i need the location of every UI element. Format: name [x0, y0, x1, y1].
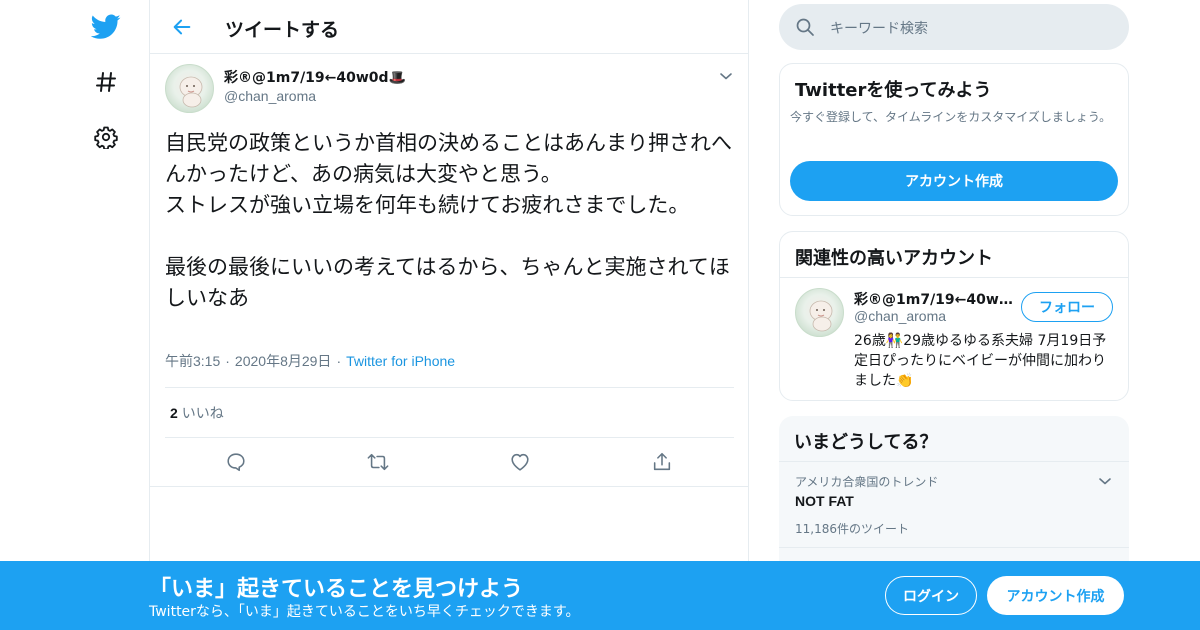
divider [779, 461, 1129, 462]
author-name[interactable]: 彩®@1m7/19←40w0d🎩 [224, 67, 406, 87]
divider [779, 547, 1129, 548]
tweet-meta: 午前3:15 · 2020年8月29日 · Twitter for iPhone [165, 351, 455, 371]
search-box[interactable]: キーワード検索 [779, 4, 1129, 50]
divider [165, 437, 734, 438]
tweet-date[interactable]: 2020年8月29日 [235, 353, 332, 369]
login-button[interactable]: ログイン [885, 576, 977, 615]
create-account-button[interactable]: アカウント作成 [790, 161, 1118, 201]
banner-subtitle: Twitterなら、「いま」起きていることをいち早くチェックできます。 [149, 604, 580, 620]
page-title: ツイートする [225, 19, 340, 41]
left-nav [0, 0, 150, 630]
search-icon [795, 17, 815, 41]
follow-button[interactable]: フォロー [1021, 292, 1113, 322]
back-arrow-icon[interactable] [168, 13, 196, 41]
tweet-source-link[interactable]: Twitter for iPhone [346, 353, 455, 369]
banner-title: 「いま」起きていることを見つけよう [149, 577, 524, 602]
trend-context: アメリカ合衆国のトレンド [795, 475, 939, 489]
chevron-down-icon[interactable] [718, 68, 734, 84]
retweet-icon[interactable] [366, 450, 390, 474]
page: ツイートする 彩®@1m7/19←40w0d🎩 @chan_aroma 自民党の… [0, 0, 1200, 630]
search-placeholder: キーワード検索 [830, 21, 928, 37]
divider [165, 387, 734, 388]
related-account-bio: 26歳👫29歳ゆるゆる系夫婦 7月19日予定日ぴったりにベイビーが仲間に加わりま… [854, 333, 1107, 389]
tweet: 彩®@1m7/19←40w0d🎩 @chan_aroma 自民党の政策というか首… [150, 54, 748, 487]
trend-name[interactable]: NOT FAT [795, 493, 854, 509]
author-handle[interactable]: @chan_aroma [224, 88, 316, 104]
like-icon[interactable] [508, 450, 532, 474]
twitter-logo-icon[interactable] [86, 7, 126, 47]
reply-icon[interactable] [224, 450, 248, 474]
related-accounts-card: 関連性の高いアカウント 彩®@1m7/19←40w0d🎩 @chan_aroma… [779, 231, 1129, 401]
separator-dot: · [225, 353, 230, 369]
separator-dot: · [336, 353, 342, 369]
main-column: ツイートする 彩®@1m7/19←40w0d🎩 @chan_aroma 自民党の… [149, 0, 749, 630]
likes-label: いいね [181, 405, 224, 421]
chevron-down-icon[interactable] [1097, 473, 1113, 489]
signup-card: Twitterを使ってみよう 今すぐ登録して、タイムラインをカスタマイズしましょ… [779, 63, 1129, 216]
related-account-handle[interactable]: @chan_aroma [854, 308, 946, 324]
trend-count: 11,186件のツイート [795, 522, 909, 536]
main-header: ツイートする [150, 0, 748, 54]
avatar[interactable] [795, 288, 844, 337]
signup-card-title: Twitterを使ってみよう [795, 80, 992, 101]
trends-title: いまどうしてる？ [794, 432, 938, 453]
divider [780, 277, 1128, 278]
gear-icon[interactable] [86, 117, 126, 157]
avatar[interactable] [165, 64, 214, 113]
tweet-text: 自民党の政策というか首相の決めることはあんまり押されへんかったけど、あの病気は大… [165, 131, 732, 310]
likes-count: 2 [170, 405, 178, 421]
signup-card-subtitle: 今すぐ登録して、タイムラインをカスタマイズしましょう。 [790, 110, 1112, 124]
likes-stat[interactable]: 2 いいね [170, 403, 224, 423]
banner-create-account-button[interactable]: アカウント作成 [987, 576, 1124, 615]
related-account-name[interactable]: 彩®@1m7/19←40w0d🎩 [854, 289, 1014, 309]
related-accounts-title: 関連性の高いアカウント [795, 248, 993, 269]
bottom-banner: 「いま」起きていることを見つけよう Twitterなら、「いま」起きていることを… [0, 561, 1200, 630]
hashtag-icon[interactable] [86, 62, 126, 102]
tweet-time[interactable]: 午前3:15 [165, 353, 220, 369]
share-icon[interactable] [650, 450, 674, 474]
